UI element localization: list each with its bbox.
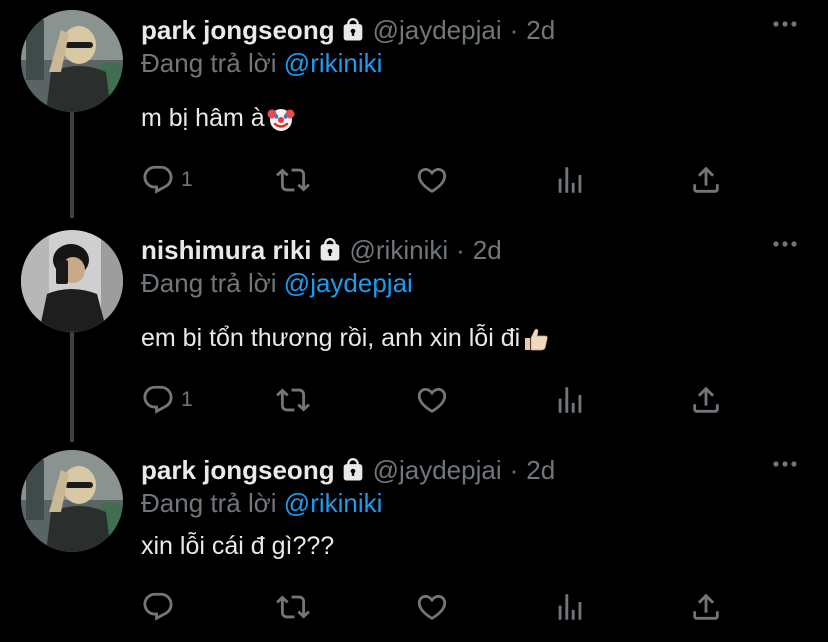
tweet-text: em bị tổn thương rồi, anh xin lỗi đi bbox=[141, 324, 550, 353]
avatar[interactable] bbox=[21, 230, 123, 332]
retweet-icon bbox=[276, 168, 310, 192]
lock-icon bbox=[339, 456, 367, 484]
handle[interactable]: @rikiniki bbox=[350, 235, 449, 266]
reply-prefix: Đang trả lời bbox=[141, 268, 277, 298]
reply-mention[interactable]: @rikiniki bbox=[284, 488, 383, 518]
more-icon[interactable] bbox=[772, 14, 798, 34]
reply-count: 1 bbox=[181, 388, 193, 411]
tweet-text: m bị hâm à bbox=[141, 104, 295, 133]
tweet-text-content: xin lỗi cái đ gì??? bbox=[141, 532, 335, 560]
lock-icon bbox=[316, 236, 344, 264]
analytics-button[interactable] bbox=[553, 383, 587, 417]
timestamp[interactable]: 2d bbox=[526, 15, 555, 46]
tweet-text-content: em bị tổn thương rồi, anh xin lỗi đi bbox=[141, 324, 521, 352]
lock-icon bbox=[339, 16, 367, 44]
reply-button[interactable] bbox=[141, 590, 181, 624]
replying-to: Đang trả lời @rikiniki bbox=[141, 48, 382, 79]
retweet-button[interactable] bbox=[276, 383, 310, 417]
replying-to: Đang trả lời @jaydepjai bbox=[141, 268, 413, 299]
display-name[interactable]: park jongseong bbox=[141, 455, 335, 486]
reply-mention[interactable]: @jaydepjai bbox=[284, 268, 413, 298]
analytics-button[interactable] bbox=[553, 163, 587, 197]
tweet-text-content: m bị hâm à bbox=[141, 104, 265, 132]
retweet-icon bbox=[276, 388, 310, 412]
avatar[interactable] bbox=[21, 450, 123, 552]
tweet[interactable]: park jongseong @jaydepjai · 2d Đang trả … bbox=[0, 440, 828, 642]
analytics-icon bbox=[558, 594, 582, 620]
reply-icon bbox=[143, 165, 173, 194]
tweet[interactable]: nishimura riki @rikiniki · 2d Đang trả l… bbox=[0, 220, 828, 440]
timestamp[interactable]: 2d bbox=[473, 235, 502, 266]
clown-face-emoji bbox=[267, 105, 295, 133]
thumbs-up-emoji bbox=[522, 325, 550, 353]
share-icon bbox=[693, 166, 719, 193]
display-name[interactable]: nishimura riki bbox=[141, 235, 312, 266]
avatar[interactable] bbox=[21, 10, 123, 112]
display-name[interactable]: park jongseong bbox=[141, 15, 335, 46]
retweet-button[interactable] bbox=[276, 590, 310, 624]
share-icon bbox=[693, 386, 719, 413]
like-button[interactable] bbox=[415, 383, 449, 417]
like-icon bbox=[417, 167, 447, 193]
reply-count: 1 bbox=[181, 168, 193, 191]
analytics-icon bbox=[558, 167, 582, 193]
share-button[interactable] bbox=[689, 163, 723, 197]
share-button[interactable] bbox=[689, 383, 723, 417]
retweet-button[interactable] bbox=[276, 163, 310, 197]
tweet-actions: 1 bbox=[141, 383, 741, 417]
more-icon[interactable] bbox=[772, 234, 798, 254]
like-icon bbox=[417, 594, 447, 620]
separator: · bbox=[509, 14, 519, 45]
like-button[interactable] bbox=[415, 163, 449, 197]
reply-prefix: Đang trả lời bbox=[141, 48, 277, 78]
reply-button[interactable]: 1 bbox=[141, 383, 193, 417]
analytics-icon bbox=[558, 387, 582, 413]
more-icon[interactable] bbox=[772, 454, 798, 474]
tweet-actions: 1 bbox=[141, 163, 741, 197]
replying-to: Đang trả lời @rikiniki bbox=[141, 488, 382, 519]
retweet-icon bbox=[276, 595, 310, 619]
timestamp[interactable]: 2d bbox=[526, 455, 555, 486]
like-icon bbox=[417, 387, 447, 413]
separator: · bbox=[456, 234, 465, 265]
handle[interactable]: @jaydepjai bbox=[373, 455, 502, 486]
handle[interactable]: @jaydepjai bbox=[373, 15, 502, 46]
separator: · bbox=[509, 454, 519, 485]
reply-icon bbox=[143, 592, 173, 621]
analytics-button[interactable] bbox=[553, 590, 587, 624]
tweet[interactable]: park jongseong @jaydepjai · 2d Đang trả … bbox=[0, 0, 828, 220]
reply-icon bbox=[143, 385, 173, 414]
tweet-actions bbox=[141, 590, 741, 624]
like-button[interactable] bbox=[415, 590, 449, 624]
reply-button[interactable]: 1 bbox=[141, 163, 193, 197]
share-button[interactable] bbox=[689, 590, 723, 624]
share-icon bbox=[693, 593, 719, 620]
reply-mention[interactable]: @rikiniki bbox=[284, 48, 383, 78]
reply-prefix: Đang trả lời bbox=[141, 488, 277, 518]
tweet-text: xin lỗi cái đ gì??? bbox=[141, 532, 334, 561]
